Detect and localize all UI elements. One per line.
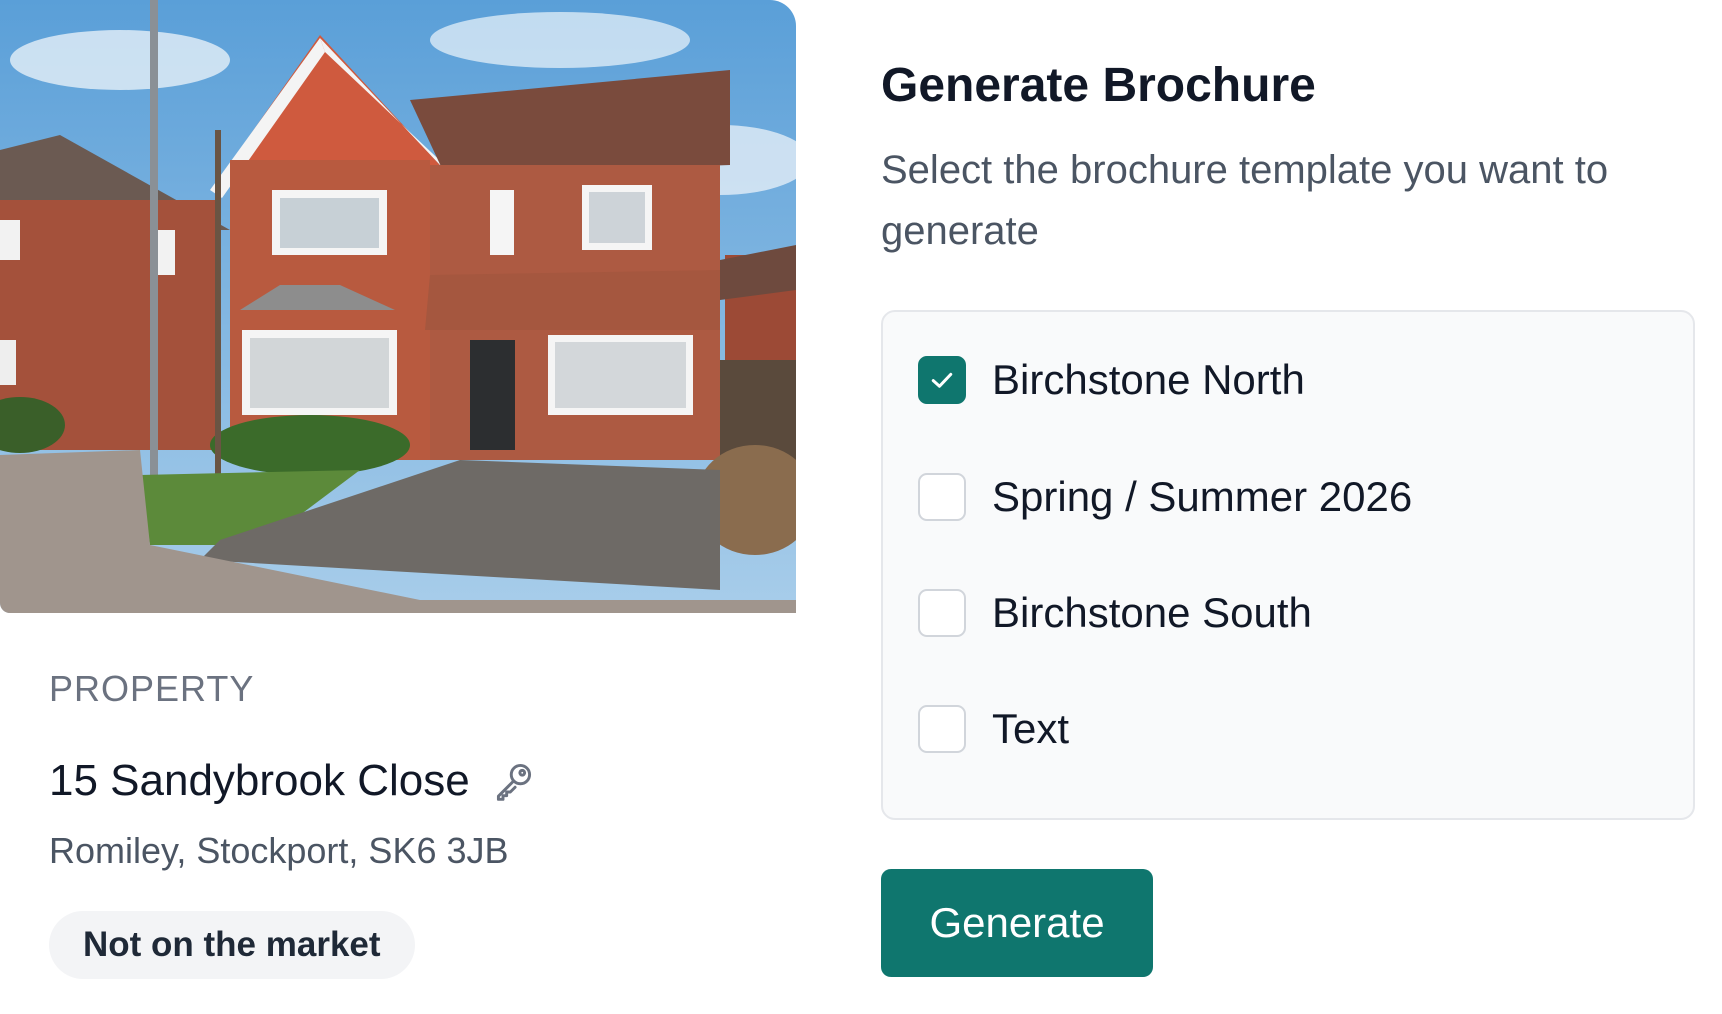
property-locality: Romiley, Stockport, SK6 3JB xyxy=(49,830,509,871)
template-options: Birchstone North Spring / Summer 2026 Bi… xyxy=(881,310,1695,820)
option-spring-summer-2026[interactable]: Spring / Summer 2026 xyxy=(918,467,1412,527)
option-label: Birchstone North xyxy=(992,356,1305,403)
option-birchstone-north[interactable]: Birchstone North xyxy=(918,350,1305,410)
property-address: 15 Sandybrook Close xyxy=(49,756,470,805)
page-subtitle: Select the brochure template you want to… xyxy=(881,148,1609,253)
option-label: Spring / Summer 2026 xyxy=(992,473,1413,520)
property-section-label: PROPERTY xyxy=(49,668,255,709)
checkbox-unchecked-icon[interactable] xyxy=(918,705,966,753)
option-text[interactable]: Text xyxy=(918,699,1069,759)
key-icon[interactable] xyxy=(492,759,536,803)
checkbox-checked-icon[interactable] xyxy=(918,356,966,404)
checkbox-unchecked-icon[interactable] xyxy=(918,473,966,521)
checkbox-unchecked-icon[interactable] xyxy=(918,589,966,637)
status-badge: Not on the market xyxy=(49,911,415,979)
page-title: Generate Brochure xyxy=(881,59,1316,112)
option-label: Text xyxy=(992,705,1070,752)
generate-button[interactable]: Generate xyxy=(881,869,1153,977)
property-photo xyxy=(0,0,796,613)
address-row: 15 Sandybrook Close xyxy=(49,756,536,806)
option-label: Birchstone South xyxy=(992,589,1312,636)
option-birchstone-south[interactable]: Birchstone South xyxy=(918,583,1312,643)
